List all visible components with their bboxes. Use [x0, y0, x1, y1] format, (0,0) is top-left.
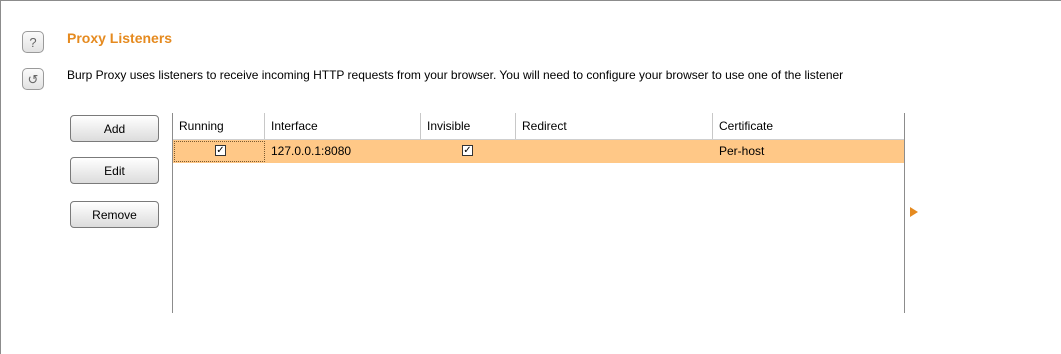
certificate-cell: Per-host: [719, 144, 765, 158]
invisible-checkbox[interactable]: ✓: [462, 145, 473, 156]
section-description: Burp Proxy uses listeners to receive inc…: [67, 68, 844, 82]
edit-button[interactable]: Edit: [70, 157, 159, 184]
remove-button[interactable]: Remove: [70, 201, 159, 228]
redirect-cell: [516, 140, 713, 163]
interface-cell: 127.0.0.1:8080: [271, 144, 352, 158]
column-header-redirect[interactable]: Redirect: [516, 113, 713, 139]
expand-arrow-icon[interactable]: [910, 207, 918, 217]
column-header-invisible[interactable]: Invisible: [421, 113, 516, 139]
listeners-table: Running Interface Invisible Redirect Cer…: [172, 113, 905, 313]
section-title: Proxy Listeners: [67, 30, 173, 46]
restore-defaults-icon[interactable]: ↺: [22, 68, 44, 90]
running-checkbox[interactable]: ✓: [215, 145, 226, 156]
table-row[interactable]: ✓ 127.0.0.1:8080 ✓ Per-host: [173, 140, 904, 163]
help-icon[interactable]: ?: [22, 31, 44, 53]
column-header-interface[interactable]: Interface: [265, 113, 421, 139]
column-header-certificate[interactable]: Certificate: [713, 113, 904, 139]
add-button[interactable]: Add: [70, 115, 159, 142]
table-header: Running Interface Invisible Redirect Cer…: [173, 113, 904, 140]
column-header-running[interactable]: Running: [173, 113, 265, 139]
